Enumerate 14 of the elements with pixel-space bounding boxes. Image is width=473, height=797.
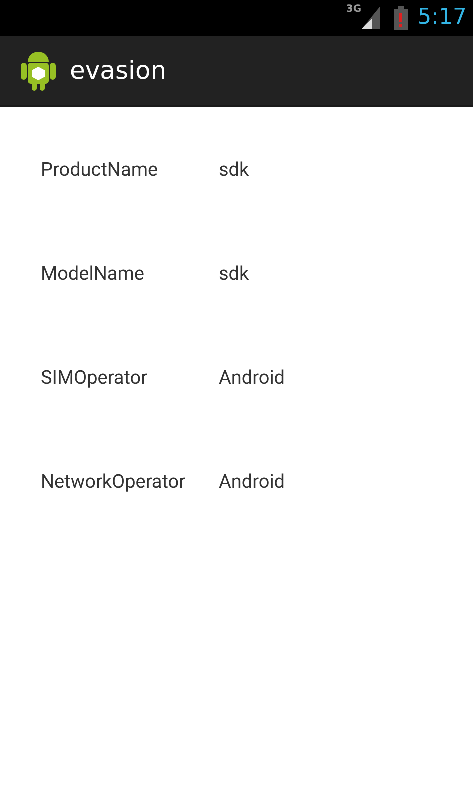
field-label: ProductName	[41, 156, 160, 183]
field-value: sdk	[219, 260, 250, 287]
network-type: 3G	[346, 5, 362, 15]
field-value: Android	[219, 364, 286, 391]
field-label: ModelName	[41, 260, 146, 287]
app-title: evasion	[70, 54, 167, 87]
field-value: sdk	[219, 156, 250, 183]
signal-icon	[362, 7, 380, 29]
field-label: NetworkOperator	[41, 468, 187, 495]
field-value: Android	[219, 468, 286, 495]
clock-time: 5:17	[418, 7, 467, 29]
android-robot-icon	[21, 50, 56, 92]
field-label: SIMOperator	[41, 364, 149, 391]
battery-icon	[394, 6, 408, 30]
